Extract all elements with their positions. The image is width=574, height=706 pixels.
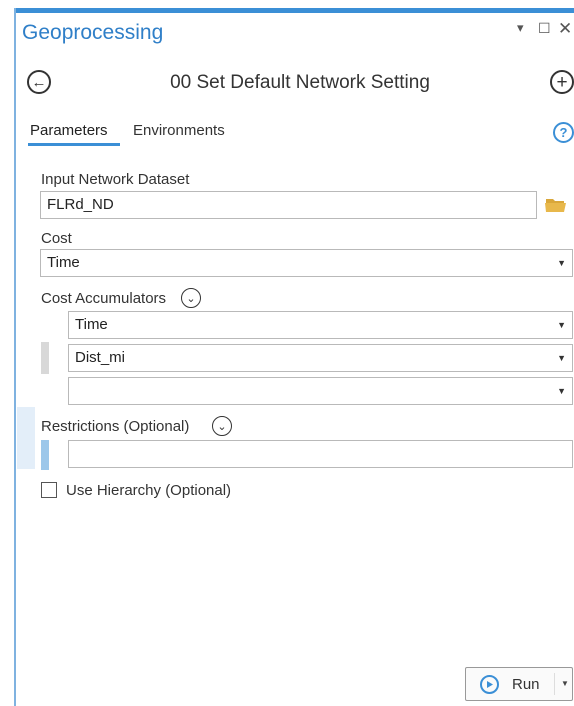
restrictions-label: Restrictions (Optional) xyxy=(41,418,190,435)
restrictions-input[interactable] xyxy=(68,440,573,468)
use-hierarchy-label: Use Hierarchy (Optional) xyxy=(66,482,232,499)
cost-value: Time xyxy=(47,254,80,271)
row-drag-handle[interactable] xyxy=(41,342,49,374)
pane-top-accent-bar xyxy=(14,8,574,13)
tool-title: 00 Set Default Network Setting xyxy=(170,72,430,93)
input-network-dataset-field[interactable]: FLRd_ND xyxy=(40,191,537,219)
parameter-focus-highlight xyxy=(17,407,35,469)
maximize-icon[interactable]: ☐ xyxy=(538,20,551,37)
expand-chevron-icon[interactable]: ⌄ xyxy=(181,288,201,308)
cost-accumulator-value: Dist_mi xyxy=(75,349,126,366)
cost-accumulators-label: Cost Accumulators xyxy=(41,290,167,307)
chevron-down-icon: ▼ xyxy=(557,353,566,363)
back-arrow-icon[interactable]: ← xyxy=(27,70,51,94)
tab-parameters[interactable]: Parameters xyxy=(30,122,108,139)
run-button[interactable]: Run ▼ xyxy=(465,667,573,701)
cost-accumulator-value: Time xyxy=(75,316,108,333)
cost-dropdown[interactable]: Time ▼ xyxy=(40,249,573,277)
cost-accumulator-dropdown[interactable]: Dist_mi ▼ xyxy=(68,344,573,372)
expand-chevron-icon[interactable]: ⌄ xyxy=(212,416,232,436)
tab-environments[interactable]: Environments xyxy=(133,122,225,139)
input-network-dataset-value: FLRd_ND xyxy=(47,196,114,213)
active-tab-indicator xyxy=(28,143,120,146)
input-network-dataset-label: Input Network Dataset xyxy=(41,171,190,188)
pane-menu-icon[interactable]: ▾ xyxy=(517,20,524,36)
chevron-down-icon[interactable]: ▼ xyxy=(561,679,569,688)
chevron-down-icon: ▼ xyxy=(557,258,566,268)
run-label: Run xyxy=(512,675,540,693)
use-hierarchy-checkbox[interactable] xyxy=(41,482,57,498)
folder-browse-icon[interactable] xyxy=(545,197,567,212)
cost-accumulator-dropdown[interactable]: Time ▼ xyxy=(68,311,573,339)
cost-accumulator-dropdown[interactable]: ▼ xyxy=(68,377,573,405)
add-plus-icon[interactable]: + xyxy=(550,70,574,94)
row-drag-handle[interactable] xyxy=(41,440,49,470)
chevron-down-icon: ▼ xyxy=(557,320,566,330)
pane-left-border xyxy=(14,8,16,706)
play-icon xyxy=(480,674,499,694)
close-icon[interactable]: ✕ xyxy=(558,19,572,39)
chevron-down-icon: ▼ xyxy=(557,386,566,396)
help-icon[interactable]: ? xyxy=(553,122,574,143)
run-button-divider xyxy=(554,673,555,695)
pane-title: Geoprocessing xyxy=(22,21,164,44)
cost-label: Cost xyxy=(41,230,72,247)
